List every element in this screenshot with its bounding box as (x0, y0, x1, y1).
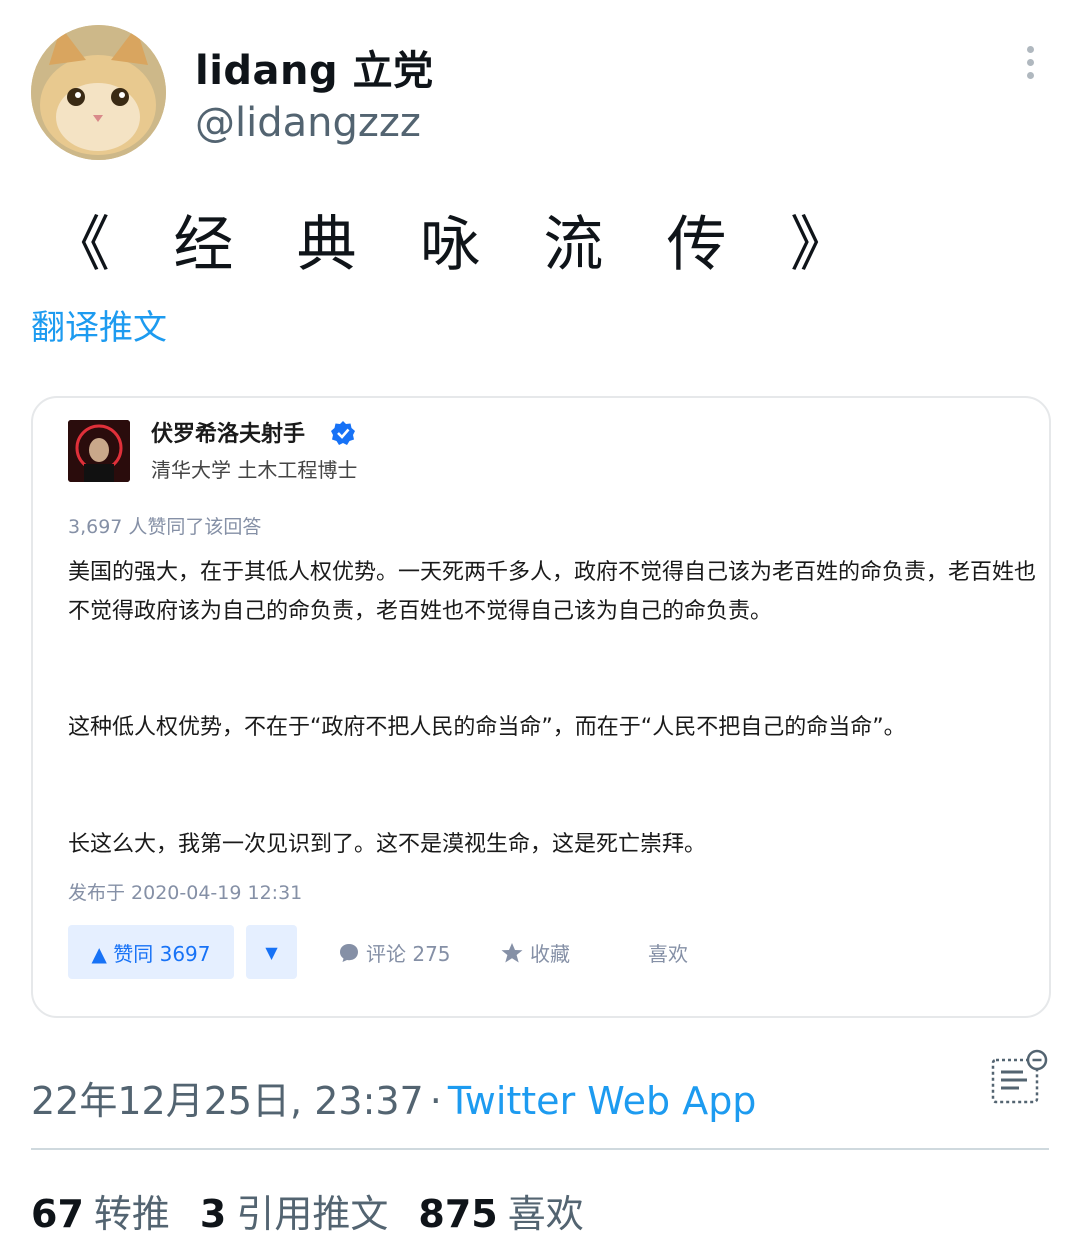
avatar[interactable] (31, 25, 166, 160)
zh-favorite-button: 收藏 (500, 938, 570, 967)
quote-label: 引用推文 (236, 1192, 389, 1236)
handle[interactable]: @lidangzzz (195, 100, 421, 146)
zh-author-avatar (68, 420, 130, 482)
zh-answer-paragraph: 美国的强大，在于其低人权优势。一天死两千多人，政府不觉得自己该为老百姓的命负责，… (68, 560, 1037, 624)
tweet-text-char: 典 (296, 210, 357, 280)
divider (31, 1148, 1049, 1150)
zh-like-label: 喜欢 (648, 942, 688, 966)
retweet-count: 67 (31, 1192, 84, 1236)
like-count: 875 (418, 1192, 498, 1236)
image-card[interactable]: 伏罗希洛夫射手 清华大学 土木工程博士 3,697 人赞同了该回答 美国的强大，… (31, 396, 1051, 1018)
translate-link[interactable]: 翻译推文 (31, 300, 167, 349)
zh-author-headline: 清华大学 土木工程博士 (151, 458, 358, 482)
like-stat[interactable]: 875 喜欢 (418, 1192, 613, 1236)
display-name[interactable]: lidang 立党 (195, 38, 434, 96)
tweet-timestamp: 22年12月25日, 23:37 · Twitter Web App (31, 1070, 756, 1125)
quote-stat[interactable]: 3 引用推文 (200, 1192, 418, 1236)
tweet-text-char: 咏 (419, 210, 480, 280)
zh-likes-summary: 3,697 人赞同了该回答 (68, 516, 262, 538)
retweet-stat[interactable]: 67 转推 (31, 1192, 200, 1236)
tweet-stats: 67 转推 3 引用推文 875 喜欢 (31, 1183, 614, 1238)
tweet-text-char: 传 (666, 210, 727, 280)
tweet-text-char: 经 (173, 210, 234, 280)
tweet-text: 《 经 典 咏 流 传 》 (50, 196, 850, 283)
tweet-text-char: 》 (789, 210, 850, 280)
zh-downvote-button: ▼ (246, 925, 297, 979)
more-icon (1018, 46, 1042, 79)
analytics-icon[interactable] (990, 1048, 1050, 1108)
star-icon (501, 942, 523, 962)
zh-favorite-label: 收藏 (530, 942, 570, 966)
zh-comments-label: 评论 275 (366, 942, 451, 966)
timestamp-text[interactable]: 22年12月25日, 23:37 (31, 1079, 424, 1123)
more-button[interactable] (1018, 46, 1042, 86)
zh-comments-button: 评论 275 (338, 938, 451, 967)
zh-publish-date: 发布于 2020-04-19 12:31 (68, 882, 303, 904)
zh-author-name: 伏罗希洛夫射手 (151, 422, 306, 447)
comment-icon (340, 943, 358, 962)
zh-answer-paragraph: 长这么大，我第一次见识到了。这不是漠视生命，这是死亡崇拜。 (68, 832, 707, 857)
like-label: 喜欢 (507, 1192, 584, 1236)
separator-dot: · (429, 1079, 442, 1123)
tweet-text-char: 流 (543, 210, 604, 280)
quote-count: 3 (199, 1192, 227, 1236)
tweet-text-char: 《 (50, 210, 110, 280)
source-link[interactable]: Twitter Web App (448, 1079, 757, 1123)
zh-answer-paragraph: 这种低人权优势，不在于“政府不把人民的命当命”，而在于“人民不把自己的命当命”。 (68, 715, 906, 740)
cat-avatar-image (31, 25, 166, 160)
zh-upvote-button: ▲ 赞同 3697 (68, 925, 234, 979)
retweet-label: 转推 (93, 1192, 170, 1236)
verified-icon (330, 420, 356, 446)
zh-like-button: 喜欢 (648, 938, 688, 967)
